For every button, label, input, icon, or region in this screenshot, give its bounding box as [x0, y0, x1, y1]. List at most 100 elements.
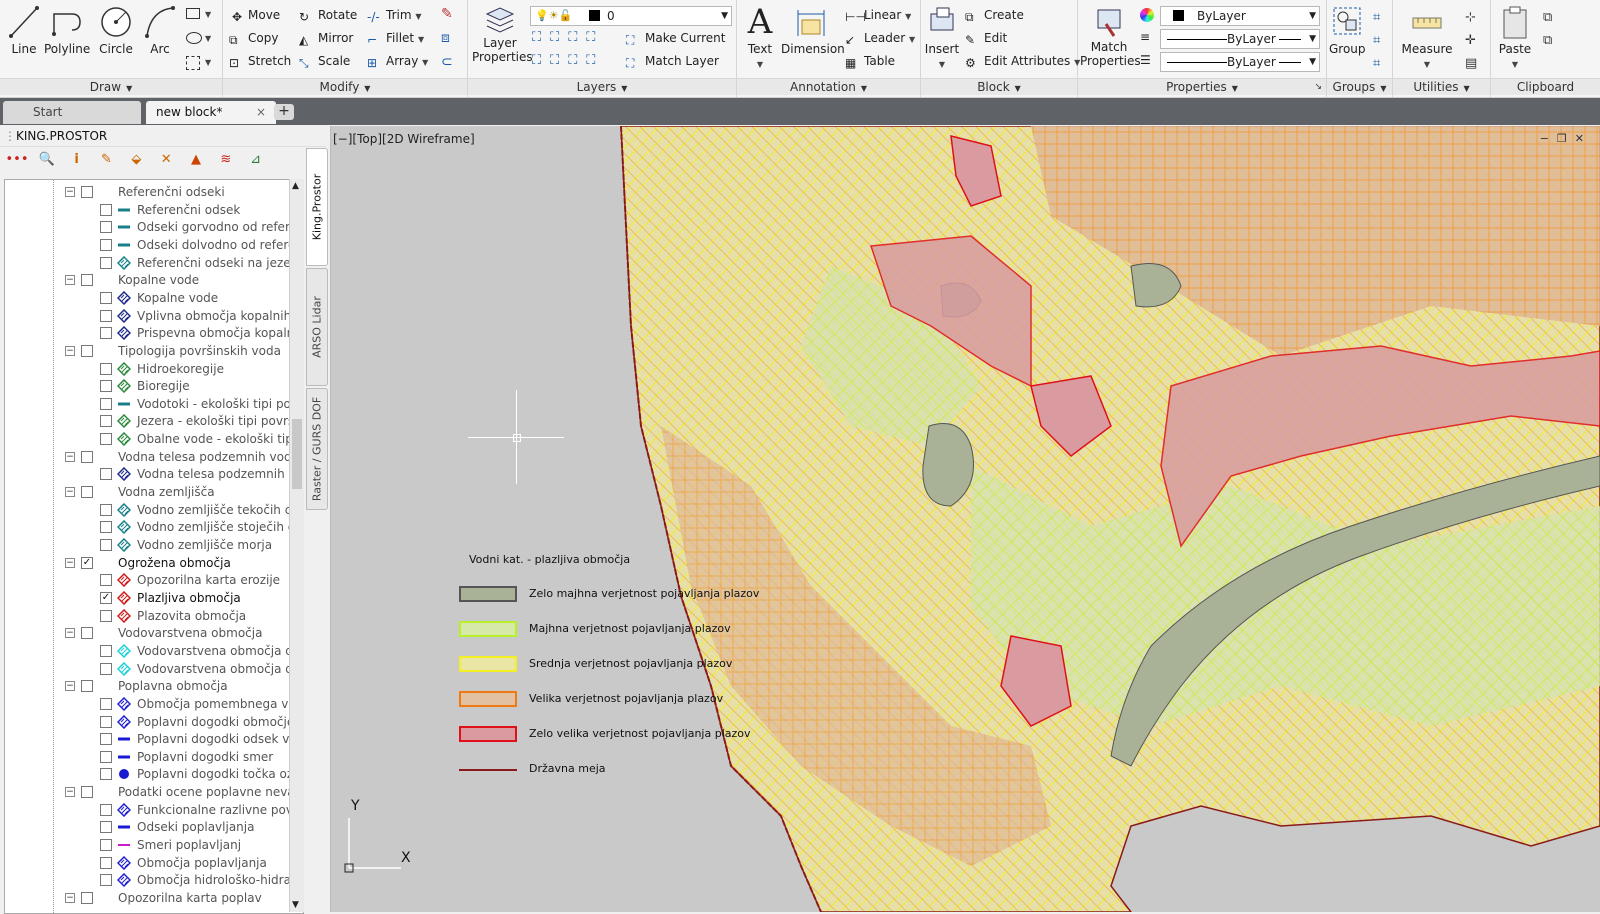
properties-launcher-icon[interactable]: ↘	[1314, 79, 1322, 95]
tree-layer-row[interactable]: Kopalne vode	[5, 289, 303, 307]
fillet-button[interactable]: ⌐ Fillet ▼	[367, 28, 424, 48]
paste-button[interactable]: Paste ▼	[1495, 4, 1535, 70]
clipboard-tools-column[interactable]: ⧉ ⧉	[1543, 6, 1552, 52]
tree-layer-row[interactable]: Opozorilna karta erozije	[5, 571, 303, 589]
mirror-button[interactable]: ◭ Mirror	[299, 28, 353, 48]
layer-checkbox[interactable]	[100, 203, 112, 216]
layer-checkbox[interactable]	[100, 697, 112, 710]
properties-panel-title[interactable]: Properties ▼ ↘	[1078, 78, 1326, 95]
info-icon[interactable]: i	[64, 152, 90, 167]
group-checkbox[interactable]	[81, 274, 93, 287]
tree-layer-row[interactable]: Bioregije	[5, 377, 303, 395]
layer-checkbox[interactable]	[100, 503, 112, 516]
layer-checkbox[interactable]	[100, 362, 112, 375]
group-button[interactable]: Group	[1329, 4, 1366, 56]
layer-checkbox[interactable]	[100, 803, 112, 816]
match-properties-button[interactable]: Match Properties	[1080, 4, 1141, 68]
erase-icon[interactable]: ✎	[441, 6, 453, 22]
tree-scrollbar[interactable]: ▲ ▼	[289, 179, 304, 912]
text-button[interactable]: A Text ▼	[741, 4, 779, 70]
tree-group-row[interactable]: − Poplavna območja	[5, 677, 303, 695]
hatch-dropdown-icon[interactable]: ▼	[205, 34, 211, 43]
layer-checkbox[interactable]	[100, 309, 112, 322]
new-tab-button[interactable]: +	[274, 104, 294, 120]
tree-layer-row[interactable]: Jezera - ekološki tipi površins	[5, 412, 303, 430]
close-tab-icon[interactable]: ×	[256, 101, 266, 124]
grade-icon[interactable]: ⊿	[243, 152, 269, 167]
group-checkbox[interactable]	[81, 627, 93, 640]
linetype-dropdown[interactable]: ByLayer ▼	[1160, 52, 1320, 72]
layer-checkbox[interactable]	[100, 521, 112, 534]
tree-layer-row[interactable]: Vodno zemljišče tekočih celin	[5, 501, 303, 519]
tree-layer-row[interactable]: Območja pomembnega vpliv	[5, 695, 303, 713]
tree-layer-row[interactable]: Območja hidrološko-hidravli	[5, 871, 303, 889]
tree-layer-row[interactable]: Vplivna območja kopalnih vo	[5, 307, 303, 325]
annotation-panel-title[interactable]: Annotation ▼	[737, 78, 920, 95]
signal-icon[interactable]: ≋	[213, 152, 239, 167]
tab-new-block[interactable]: new block* ×	[146, 101, 276, 124]
tree-group-row[interactable]: − Kopalne vode	[5, 271, 303, 289]
layer-checkbox[interactable]	[100, 397, 112, 410]
circle-button[interactable]: Circle	[96, 4, 136, 56]
tree-layer-row[interactable]: Referenčni odseki na jezerih	[5, 254, 303, 272]
tree-layer-row[interactable]: ✓ Plazljiva območja	[5, 589, 303, 607]
tree-layer-row[interactable]: Vodno zemljišče stoječih celin	[5, 518, 303, 536]
edit-attributes-button[interactable]: ⚙ Edit Attributes ▼	[965, 51, 1080, 71]
leader-button[interactable]: ↙ Leader ▼	[845, 28, 915, 48]
scroll-down-icon[interactable]: ▼	[292, 900, 299, 910]
scroll-up-icon[interactable]: ▲	[292, 181, 299, 191]
insert-button[interactable]: Insert ▼	[923, 4, 961, 70]
tree-layer-row[interactable]: Obalne vode - ekološki tipi po	[5, 430, 303, 448]
stretch-button[interactable]: ⊡ Stretch	[229, 51, 291, 71]
layer-checkbox[interactable]	[100, 539, 112, 551]
layer-checkbox[interactable]	[100, 291, 112, 304]
tree-group-row[interactable]: − Vodna zemljišča	[5, 483, 303, 501]
viewport-window-controls[interactable]: −❐✕	[1540, 132, 1592, 145]
collapse-icon[interactable]: −	[65, 345, 75, 356]
tab-start[interactable]: Start	[3, 101, 141, 124]
block-panel-title[interactable]: Block ▼	[921, 78, 1077, 95]
layer-checkbox[interactable]	[100, 327, 112, 340]
group-checkbox[interactable]	[81, 344, 93, 357]
collapse-icon[interactable]: −	[65, 893, 75, 903]
tag-icon[interactable]: ⬙	[123, 152, 149, 167]
profile-icon[interactable]: ▲	[183, 152, 209, 167]
tree-layer-row[interactable]: Odseki poplavljanja	[5, 818, 303, 836]
layer-dropdown[interactable]: 💡☀🔓 0 ▼	[530, 6, 732, 26]
layer-checkbox[interactable]	[100, 380, 112, 393]
hatch-icon[interactable]	[186, 32, 202, 44]
tree-group-row[interactable]: − Vodna telesa podzemnih voda	[5, 448, 303, 466]
layer-checkbox[interactable]	[100, 715, 112, 728]
cross-line-icon[interactable]: ✕	[153, 152, 179, 167]
tree-layer-row[interactable]: Poplavni dogodki odsek vodo	[5, 730, 303, 748]
match-layer-button[interactable]: ⛶ Match Layer	[626, 51, 719, 71]
collapse-icon[interactable]: −	[65, 451, 75, 462]
layer-checkbox[interactable]	[100, 609, 112, 622]
tree-layer-row[interactable]: Območja poplavljanja	[5, 854, 303, 872]
layer-checkbox[interactable]	[100, 433, 112, 446]
tree-layer-row[interactable]: Odseki gorvodno od referenč	[5, 218, 303, 236]
viewport-controls-label[interactable]: [−][Top][2D Wireframe]	[333, 132, 475, 146]
polyline-button[interactable]: Polyline	[44, 4, 90, 56]
draw-panel-title[interactable]: Draw ▼	[0, 78, 222, 95]
pencil-icon[interactable]: ✎	[93, 152, 119, 167]
layers-panel-title[interactable]: Layers ▼	[468, 78, 736, 95]
collapse-icon[interactable]: −	[65, 787, 75, 798]
tree-layer-row[interactable]: Vodna telesa podzemnih vod	[5, 465, 303, 483]
tree-layer-row[interactable]: Plazovita območja	[5, 607, 303, 625]
tree-layer-row[interactable]: Vodovarstvena območja dolo	[5, 660, 303, 678]
layer-properties-button[interactable]: Layer Properties	[472, 4, 533, 64]
layer-checkbox[interactable]	[100, 839, 112, 852]
layer-checkbox[interactable]	[100, 874, 112, 887]
dots-icon[interactable]: •••	[4, 152, 30, 167]
move-button[interactable]: ✥ Move	[229, 5, 280, 25]
tree-group-row[interactable]: − Vodovarstvena območja	[5, 624, 303, 642]
group-tools-column[interactable]: ⌗ ⌗ ⌗	[1373, 6, 1380, 75]
group-checkbox[interactable]	[81, 186, 93, 198]
boundary-dropdown-icon[interactable]: ▼	[205, 58, 211, 67]
tree-layer-row[interactable]: Odseki dolvodno od referenč	[5, 236, 303, 254]
tree-layer-row[interactable]: Vodno zemljišče morja	[5, 536, 303, 554]
group-checkbox[interactable]: ✓	[81, 556, 93, 569]
make-current-button[interactable]: ⛶ Make Current	[626, 28, 726, 48]
trim-button[interactable]: -/- Trim ▼	[367, 5, 422, 25]
